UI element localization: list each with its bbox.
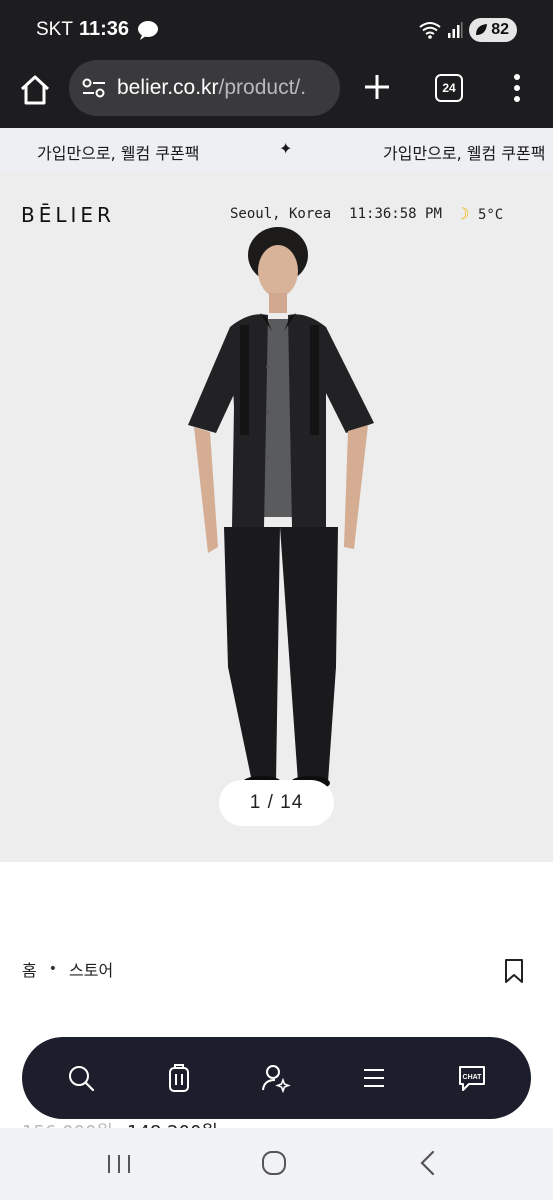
wifi-icon (419, 22, 441, 39)
account-button[interactable] (254, 1056, 298, 1100)
breadcrumb: 홈 • 스토어 (22, 957, 113, 981)
url-domain: belier.co.kr (117, 76, 219, 99)
back-icon[interactable] (418, 1150, 438, 1176)
bookmark-icon[interactable] (503, 958, 525, 984)
breadcrumb-separator: • (48, 961, 57, 977)
status-time: 11:36 (79, 18, 130, 40)
url-text: belier.co.kr/product/. (117, 76, 306, 100)
temperature: 5°C (477, 207, 504, 223)
carrier-label: SKT (36, 19, 73, 40)
home-icon[interactable] (17, 72, 53, 108)
battery-level: 82 (491, 21, 509, 38)
product-hero[interactable]: BĒLIER Seoul, Korea 11:36:58 PM ☽ 5°C 1 … (0, 172, 553, 862)
brand-logo[interactable]: BĒLIER (21, 203, 115, 227)
account-icon (262, 1065, 292, 1093)
messenger-notification-icon (138, 21, 158, 40)
system-navigation-bar (0, 1128, 553, 1200)
menu-icon (364, 1069, 385, 1087)
recent-apps-icon[interactable] (106, 1153, 132, 1175)
chat-button[interactable]: CHAT (450, 1056, 494, 1100)
more-options-icon[interactable] (507, 72, 527, 104)
browser-toolbar: belier.co.kr/product/. 24 (0, 60, 553, 128)
promo-text: 가입만으로, 웰컴 쿠폰팩 (383, 144, 546, 163)
search-icon (68, 1066, 94, 1092)
shopping-bag-icon (168, 1064, 189, 1092)
tab-count: 24 (442, 81, 456, 95)
status-bar: SKT 11:36 82 (0, 0, 553, 60)
menu-button[interactable] (352, 1056, 396, 1100)
product-model-image[interactable] (180, 227, 380, 792)
tab-switcher-button[interactable]: 24 (435, 74, 463, 102)
cart-button[interactable] (157, 1056, 201, 1100)
promo-text: 가입만으로, 웰컴 쿠폰팩 (37, 144, 200, 163)
breadcrumb-home[interactable]: 홈 (22, 957, 37, 981)
breadcrumb-store[interactable]: 스토어 (69, 957, 113, 981)
promo-marquee[interactable]: 가입만으로, 웰컴 쿠폰팩 ✦ 가입만으로, 웰컴 쿠폰팩 (0, 128, 553, 172)
battery-indicator: 82 (469, 18, 517, 42)
new-tab-plus-icon[interactable] (362, 72, 392, 102)
site-settings-icon[interactable] (81, 77, 107, 99)
moon-icon: ☽ (459, 204, 470, 223)
location-weather-widget: Seoul, Korea 11:36:58 PM ☽ 5°C (230, 204, 503, 223)
image-counter: 1 / 14 (219, 780, 334, 826)
promo-separator-icon: ✦ (279, 139, 293, 158)
system-home-icon[interactable] (261, 1150, 287, 1176)
signal-icon (448, 22, 463, 38)
chat-icon: CHAT (459, 1066, 486, 1091)
floating-bottom-nav: CHAT (22, 1037, 531, 1119)
city-label: Seoul, Korea (230, 205, 332, 222)
status-indicators: 82 (419, 17, 517, 43)
weather-temp-group: ☽ 5°C (460, 204, 503, 223)
image-counter-text: 1 / 14 (249, 792, 304, 813)
local-clock: 11:36:58 PM (349, 205, 442, 222)
battery-saver-icon (476, 24, 488, 35)
search-button[interactable] (59, 1056, 103, 1100)
url-path: /product/. (218, 76, 307, 99)
address-bar[interactable]: belier.co.kr/product/. (69, 60, 340, 116)
chat-label: CHAT (463, 1074, 483, 1081)
